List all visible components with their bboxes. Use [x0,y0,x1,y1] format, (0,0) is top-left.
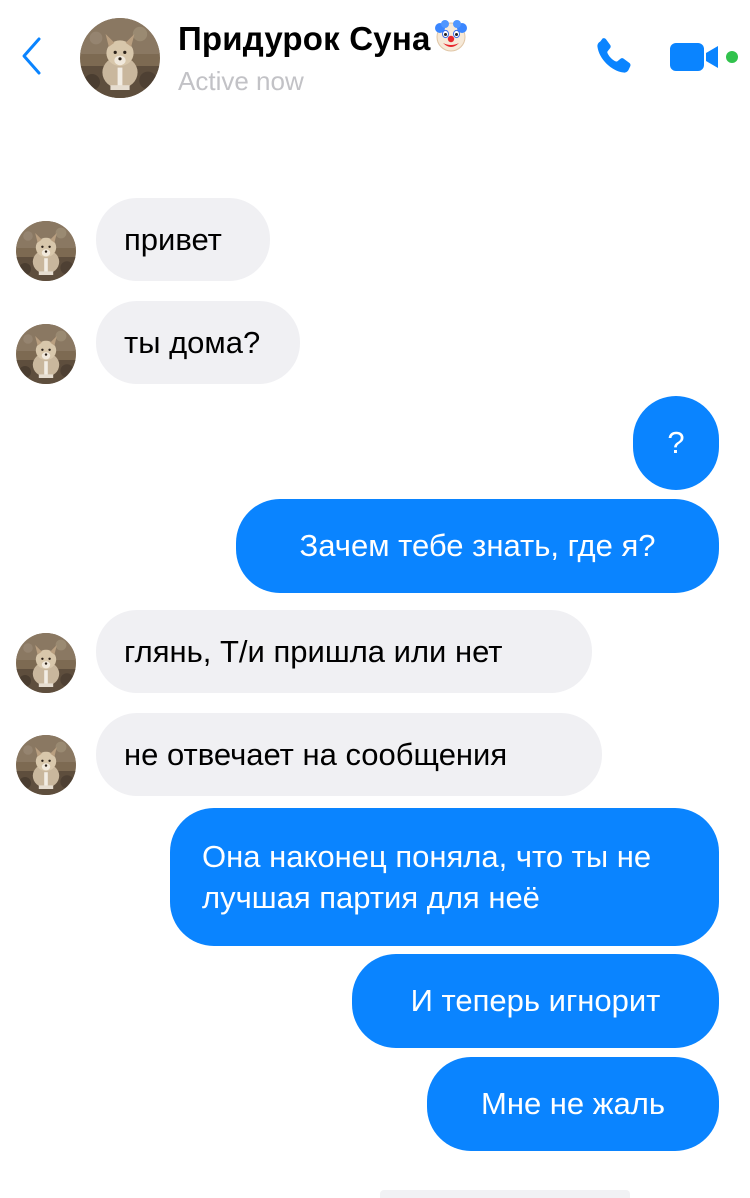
message-text: Она наконец поняла, что ты не лучшая пар… [202,839,652,915]
video-camera-icon [668,43,740,78]
sender-avatar[interactable] [16,221,76,281]
sender-avatar[interactable] [16,633,76,693]
incoming-message-bubble[interactable]: ты дома? [96,301,300,384]
sender-avatar[interactable] [16,324,76,384]
message-text: привет [124,221,222,257]
contact-avatar[interactable] [80,18,160,98]
clown-face-emoji-icon [433,18,469,62]
chevron-left-icon [20,36,42,81]
message-text: глянь, Т/и пришла или нет [124,633,503,669]
message-text: ? [667,425,685,460]
incoming-message-bubble[interactable]: привет [96,198,270,281]
sender-avatar[interactable] [16,735,76,795]
contact-name[interactable]: Придурок Суна [178,18,469,62]
phone-icon [590,38,636,84]
incoming-message-bubble[interactable]: не отвечает на сообщения [96,713,602,796]
message-text: ты дома? [124,324,261,360]
outgoing-message-bubble[interactable]: ? [633,396,719,490]
video-call-button[interactable] [668,40,740,74]
active-status: Active now [178,66,304,96]
message-text: Мне не жаль [481,1086,665,1121]
contact-name-text: Придурок Суна [178,20,431,57]
outgoing-message-bubble[interactable]: И теперь игнорит [352,954,719,1048]
message-text: не отвечает на сообщения [124,736,508,772]
incoming-message-bubble[interactable]: глянь, Т/и пришла или нет [96,610,592,693]
back-button[interactable] [16,36,46,81]
conversation-header: Придурок Суна Active now [0,0,750,120]
outgoing-message-bubble[interactable]: Зачем тебе знать, где я? [236,499,719,593]
message-text: И теперь игнорит [410,983,661,1018]
partial-bubble-edge [380,1190,630,1198]
outgoing-message-bubble[interactable]: Мне не жаль [427,1057,719,1151]
message-text: Зачем тебе знать, где я? [299,528,656,563]
outgoing-message-bubble[interactable]: Она наконец поняла, что ты не лучшая пар… [170,808,719,946]
voice-call-button[interactable] [590,34,636,80]
